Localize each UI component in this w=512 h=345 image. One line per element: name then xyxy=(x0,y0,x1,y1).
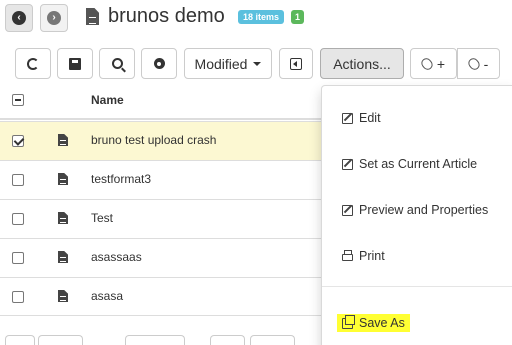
menu-item-label: Edit xyxy=(359,111,381,125)
items-count-badge: 18 items xyxy=(238,10,285,24)
document-icon xyxy=(58,251,68,263)
menu-item-preview-properties[interactable]: Preview and Properties xyxy=(342,203,488,217)
zoom-button[interactable] xyxy=(99,48,135,79)
pencil-icon xyxy=(342,112,353,124)
menu-item-label: Preview and Properties xyxy=(359,203,489,217)
document-icon xyxy=(58,134,68,146)
row-checkbox[interactable] xyxy=(12,174,24,186)
row-checkbox[interactable] xyxy=(12,252,24,264)
refresh-button[interactable] xyxy=(15,48,51,79)
print-icon xyxy=(342,249,353,261)
save-button[interactable] xyxy=(57,48,93,79)
modified-dropdown[interactable]: Modified xyxy=(184,48,272,79)
copy-icon xyxy=(342,314,355,329)
column-header-name[interactable]: Name xyxy=(91,93,124,107)
menu-item-edit[interactable]: Edit xyxy=(342,111,381,125)
actions-button[interactable]: Actions... xyxy=(320,48,404,79)
paperclip-icon xyxy=(419,55,435,72)
actions-label: Actions... xyxy=(333,55,391,72)
menu-divider xyxy=(322,286,512,287)
pagination-button[interactable] xyxy=(250,335,295,345)
menu-item-save-as[interactable]: Save As xyxy=(337,314,410,332)
forward-button[interactable]: › xyxy=(40,4,68,32)
pagination-button[interactable] xyxy=(5,335,35,345)
menu-item-set-current-article[interactable]: Set as Current Article xyxy=(342,157,477,171)
attach-add-button[interactable]: + xyxy=(410,48,457,79)
pagination-button[interactable] xyxy=(210,335,245,345)
save-as-highlight: Save As xyxy=(337,314,410,332)
attach-remove-label: - xyxy=(483,55,489,72)
row-checkbox[interactable] xyxy=(12,291,24,303)
menu-item-label: Set as Current Article xyxy=(359,157,478,171)
document-icon xyxy=(86,8,99,25)
row-checkbox[interactable] xyxy=(12,135,24,147)
pagination-button[interactable] xyxy=(38,335,83,345)
selected-count-badge: 1 xyxy=(291,10,305,24)
save-icon xyxy=(69,57,81,70)
arrow-left-icon: ‹ xyxy=(12,11,26,25)
attach-add-label: + xyxy=(436,55,446,72)
header: ‹ › brunos demo 18 items 1 xyxy=(0,0,512,38)
modified-label: Modified xyxy=(194,55,248,72)
attach-remove-button[interactable]: - xyxy=(457,48,500,79)
arrow-right-icon: › xyxy=(47,11,61,25)
actions-dropdown-menu: Edit Set as Current Article Preview and … xyxy=(321,85,512,345)
zoom-in-icon xyxy=(111,58,123,69)
row-name[interactable]: Test xyxy=(91,211,113,225)
document-icon xyxy=(58,173,68,185)
row-name[interactable]: bruno test upload crash xyxy=(91,133,216,147)
settings-button[interactable] xyxy=(141,48,177,79)
pagination-input[interactable] xyxy=(125,335,185,345)
refresh-icon xyxy=(27,57,39,70)
menu-item-print[interactable]: Print xyxy=(342,249,385,263)
document-icon xyxy=(58,290,68,302)
caret-down-icon xyxy=(253,61,262,66)
collapse-button[interactable] xyxy=(279,48,313,79)
pencil-icon xyxy=(342,204,353,216)
row-name[interactable]: testformat3 xyxy=(91,172,151,186)
back-button[interactable]: ‹ xyxy=(5,4,33,32)
document-icon xyxy=(58,212,68,224)
select-all-checkbox[interactable] xyxy=(12,94,24,106)
menu-item-label: Print xyxy=(359,249,385,263)
page-title: brunos demo xyxy=(108,5,225,27)
gear-icon xyxy=(153,58,165,69)
row-name[interactable]: asasa xyxy=(91,289,123,303)
row-name[interactable]: asassaas xyxy=(91,250,142,264)
pencil-icon xyxy=(342,158,353,170)
paperclip-icon xyxy=(465,55,482,72)
row-checkbox[interactable] xyxy=(12,213,24,225)
menu-item-label: Save As xyxy=(359,316,405,330)
collapse-left-icon xyxy=(290,57,302,70)
